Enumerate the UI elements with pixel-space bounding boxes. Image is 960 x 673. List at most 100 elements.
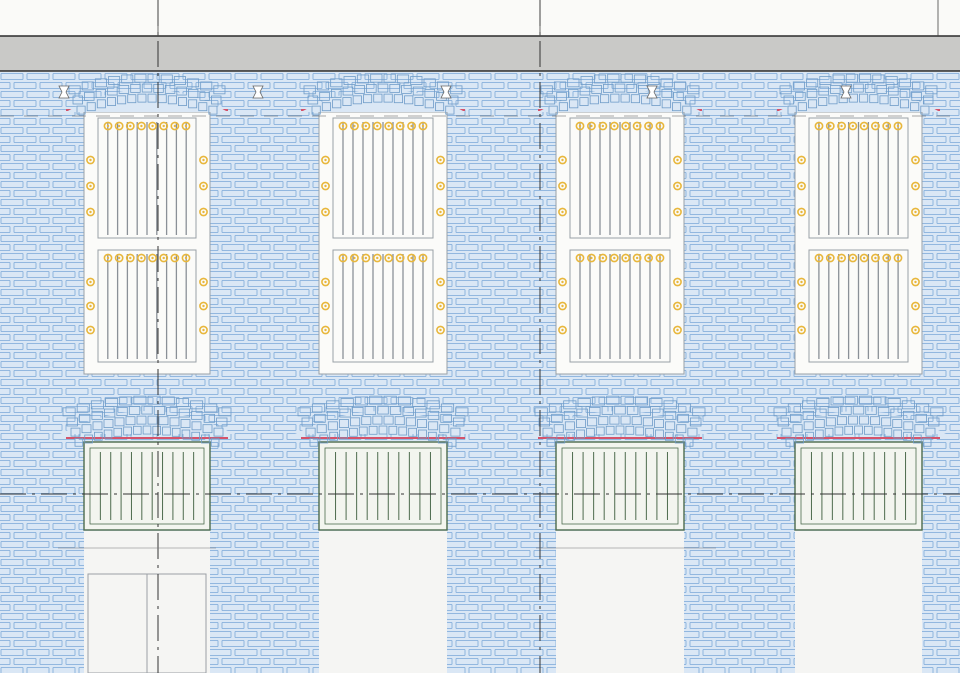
rosette-center [376,256,379,260]
rosette-center [914,304,917,308]
rosette-center [140,124,143,128]
rosette-center [676,210,679,214]
rosette-center [800,158,803,162]
door-opening [795,531,922,673]
rosette-center [89,280,92,284]
rosette-center [364,124,368,128]
rosette-center [387,124,390,128]
rosette-center [578,256,582,260]
rosette-center [800,304,803,308]
rosette-center [106,124,110,128]
rosette-center [439,304,442,308]
rosette-center [601,124,605,128]
rosette-center [561,184,564,188]
rosette-center [439,280,442,284]
rosette-center [129,124,132,128]
lower-opening-bay-2 [301,437,465,673]
rosette-center [817,124,821,128]
rosette-center [129,256,132,260]
lower-opening-bay-1 [66,437,228,673]
rosette-center [421,256,425,260]
rosette-center [862,256,866,260]
rosette-center [421,124,425,128]
rosette-center [202,304,205,308]
rosette-center [561,328,564,332]
rosette-center [353,124,356,128]
rosette-center [202,328,205,332]
rosette-center [376,124,379,128]
upper-window-bay-4 [777,109,940,375]
rosette-center [561,280,564,284]
rosette-center [439,328,442,332]
rosette-center [624,256,627,260]
rosette-center [914,210,917,214]
rosette-center [364,256,368,260]
rosette-center [914,280,917,284]
transom-frame [318,441,448,531]
rosette-center [324,328,327,332]
rosette-center [398,256,402,260]
rosette-center [410,256,413,260]
rosette-center [439,184,442,188]
rosette-center [117,124,121,128]
rosette-center [117,256,121,260]
rosette-center [874,256,877,260]
door-opening [319,531,447,673]
rosette-center [601,256,605,260]
rosette-center [800,280,803,284]
rosette-center [151,124,154,128]
rosette-center [387,256,390,260]
rosette-center [635,256,639,260]
facade-svg [0,0,960,673]
rosette-center [324,280,327,284]
rosette-center [914,328,917,332]
rosette-center [647,124,650,128]
rosette-center [590,256,593,260]
rosette-center [635,124,639,128]
rosette-center [324,184,327,188]
upper-window-bay-3 [538,109,702,375]
rosette-center [896,256,900,260]
lower-opening-bay-4 [777,437,940,673]
rosette-center [561,304,564,308]
sky-band [0,0,960,36]
rosette-center [89,328,92,332]
rosette-center [89,184,92,188]
rosette-center [341,124,345,128]
rosette-center [561,210,564,214]
rosette-center [561,158,564,162]
rosette-center [324,304,327,308]
rosette-center [676,304,679,308]
rosette-center [676,280,679,284]
rosette-center [184,124,188,128]
rosette-center [896,124,900,128]
rosette-center [851,124,855,128]
rosette-center [800,210,803,214]
rosette-center [341,256,345,260]
rosette-center [162,256,165,260]
facade-elevation-drawing [0,0,960,673]
rosette-center [658,124,662,128]
rosette-center [800,184,803,188]
rosette-center [874,124,877,128]
rosette-center [840,256,843,260]
rosette-center [202,158,205,162]
rosette-center [89,304,92,308]
rosette-center [613,124,616,128]
rosette-center [914,184,917,188]
door-opening [556,531,684,673]
rosette-center [829,124,832,128]
rosette-center [647,256,650,260]
rosette-center [202,184,205,188]
rosette-center [578,124,582,128]
rosette-center [590,124,593,128]
rosette-center [173,256,177,260]
rosette-center [817,256,821,260]
upper-window-bay-1 [66,109,228,375]
rosette-center [840,124,843,128]
rosette-center [410,124,413,128]
rosette-center [353,256,356,260]
rosette-center [676,328,679,332]
rosette-center [151,256,154,260]
rosette-center [324,158,327,162]
